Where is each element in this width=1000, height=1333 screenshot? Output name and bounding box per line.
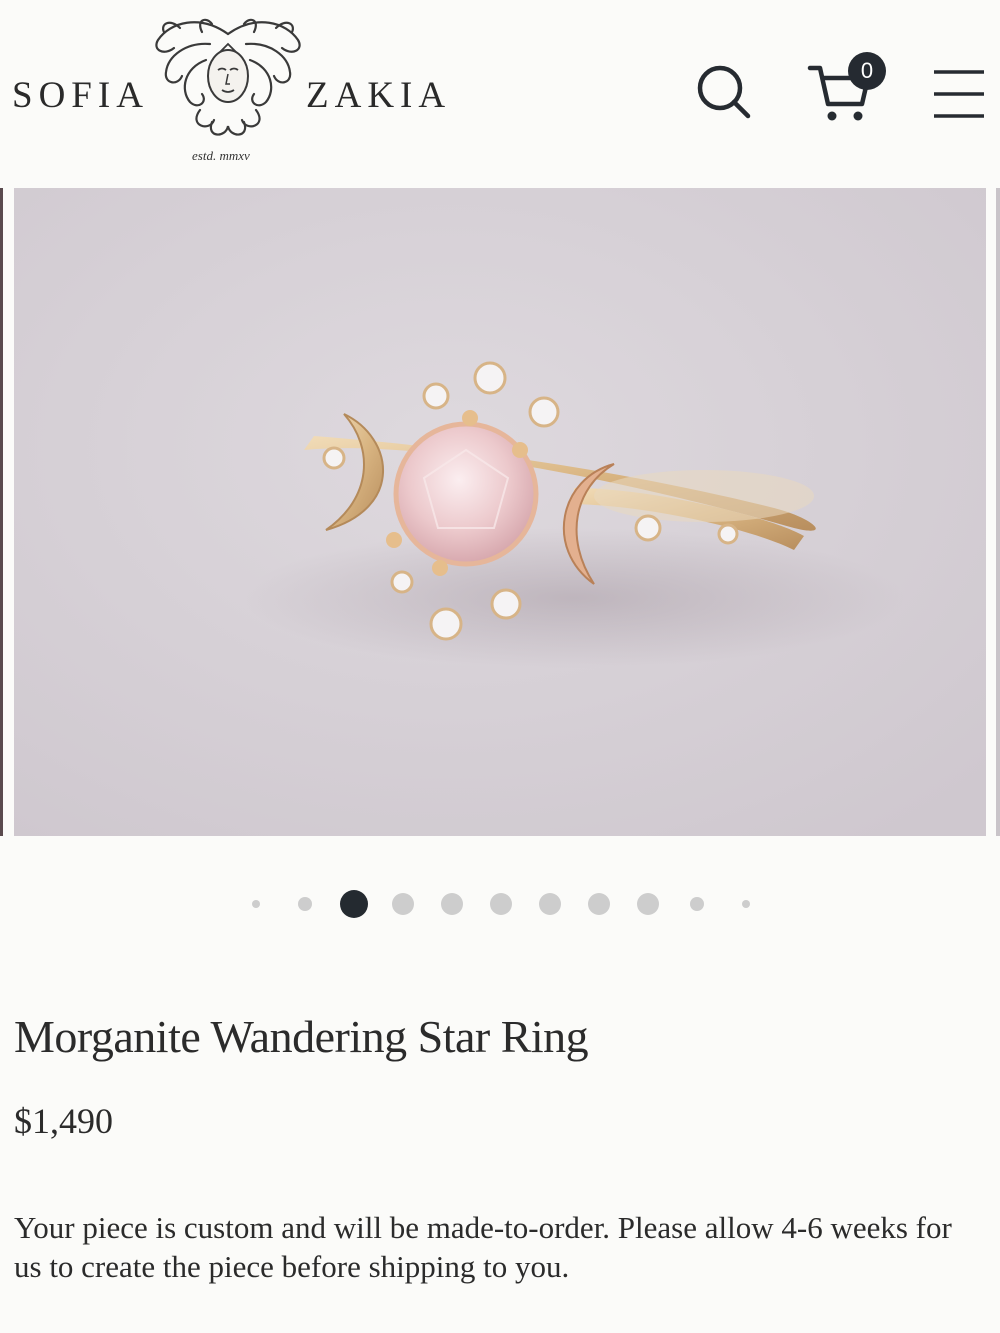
gallery-dot[interactable]	[490, 893, 512, 915]
hamburger-menu-icon	[934, 70, 984, 118]
gallery-dot[interactable]	[637, 893, 659, 915]
brand-logo[interactable]: SOFIA ZAKIA estd. mmxv	[10, 14, 460, 170]
product-price: $1,490	[14, 1101, 113, 1141]
next-slide-peek[interactable]	[996, 188, 1000, 836]
site-header: SOFIA ZAKIA estd. mmxv 0	[0, 0, 1000, 188]
gallery-dot[interactable]	[742, 900, 750, 908]
search-icon	[697, 65, 751, 119]
product-title: Morganite Wandering Star Ring	[14, 1011, 589, 1062]
gallery-dot[interactable]	[340, 890, 368, 918]
gallery-dot[interactable]	[298, 897, 312, 911]
made-to-order-note: Your piece is custom and will be made-to…	[14, 1210, 952, 1284]
previous-slide-peek[interactable]	[0, 188, 3, 836]
gallery-dot[interactable]	[441, 893, 463, 915]
brand-name-left: SOFIA	[12, 75, 149, 116]
search-button[interactable]	[696, 64, 752, 120]
gallery-dot[interactable]	[392, 893, 414, 915]
brand-tagline: estd. mmxv	[192, 148, 250, 163]
ring-photo	[14, 188, 986, 836]
gallery-dot[interactable]	[252, 900, 260, 908]
cart-count-badge: 0	[848, 52, 886, 90]
gallery-dot[interactable]	[588, 893, 610, 915]
menu-button[interactable]	[930, 66, 986, 122]
gallery-dot[interactable]	[539, 893, 561, 915]
gallery-pagination	[0, 886, 1000, 922]
product-image[interactable]	[14, 188, 986, 836]
product-gallery[interactable]	[0, 188, 1000, 838]
gallery-dot[interactable]	[690, 897, 704, 911]
medusa-logo-icon	[155, 18, 301, 136]
cart-button[interactable]: 0	[806, 52, 888, 126]
brand-name-right: ZAKIA	[306, 75, 452, 116]
